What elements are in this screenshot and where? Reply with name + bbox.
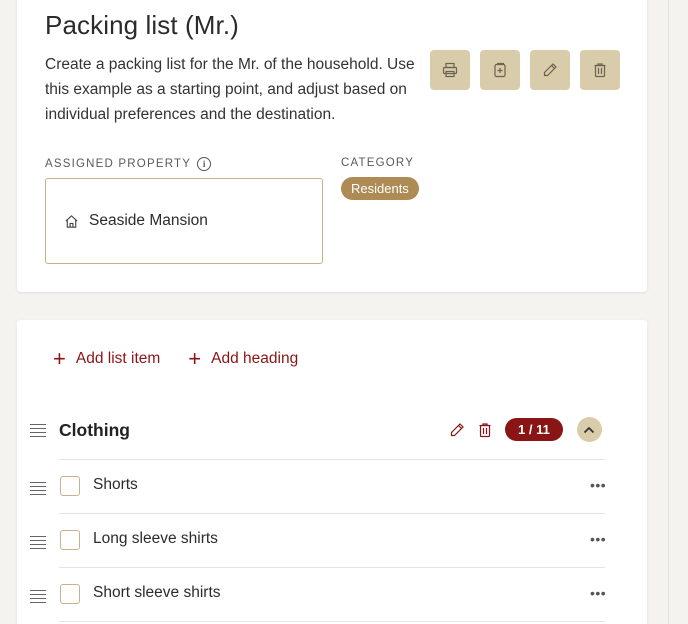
trash-icon	[594, 63, 606, 78]
plus-icon: +	[53, 346, 66, 371]
more-icon[interactable]: •••	[590, 585, 606, 601]
print-button[interactable]	[430, 50, 470, 90]
plus-icon: +	[188, 346, 202, 371]
item-label: Shorts	[93, 476, 138, 493]
pencil-icon[interactable]	[449, 422, 465, 438]
chevron-up-icon	[584, 426, 595, 433]
list-toolbar: + Add list item + Add heading	[53, 346, 299, 371]
assigned-property-label-text: ASSIGNED PROPERTY	[45, 158, 192, 170]
action-toolbar	[430, 50, 620, 90]
list-item: Shorts •••	[17, 459, 647, 513]
page-title: Packing list (Mr.)	[45, 10, 239, 40]
category-label: CATEGORY	[341, 157, 414, 169]
trash-icon[interactable]	[477, 422, 493, 438]
assigned-property-field[interactable]: Seaside Mansion	[45, 178, 323, 264]
add-list-item-label: Add list item	[75, 350, 161, 367]
item-checkbox[interactable]	[60, 530, 80, 550]
assigned-property-value: Seaside Mansion	[89, 212, 208, 229]
add-heading-label: Add heading	[211, 350, 299, 367]
drag-handle-icon[interactable]	[30, 536, 46, 550]
edit-button[interactable]	[530, 50, 570, 90]
more-icon[interactable]: •••	[590, 477, 606, 493]
printer-icon	[442, 62, 458, 78]
add-heading-button[interactable]: + Add heading	[188, 346, 299, 371]
divider	[59, 621, 605, 622]
list-items-card: + Add list item + Add heading Clothing 1…	[17, 320, 647, 624]
drag-handle-icon[interactable]	[30, 590, 46, 604]
house-icon	[65, 214, 78, 228]
pencil-icon	[543, 63, 557, 77]
info-icon[interactable]: i	[197, 157, 212, 171]
page-description: Create a packing list for the Mr. of the…	[45, 56, 415, 123]
group-title: Clothing	[59, 420, 130, 440]
item-label: Short sleeve shirts	[93, 584, 221, 601]
more-icon[interactable]: •••	[590, 531, 606, 547]
drag-handle-icon[interactable]	[30, 482, 46, 496]
item-label: Long sleeve shirts	[93, 530, 218, 547]
right-edge-panel	[668, 0, 688, 624]
drag-handle-icon[interactable]	[30, 424, 46, 438]
list-item: Short sleeve shirts •••	[17, 567, 647, 621]
list-item: Long sleeve shirts •••	[17, 513, 647, 567]
category-label-text: CATEGORY	[341, 157, 415, 169]
group-tools: 1 / 11	[449, 417, 602, 442]
list-details-card: Packing list (Mr.) Create a packing list…	[17, 0, 647, 292]
collapse-button[interactable]	[576, 417, 602, 442]
duplicate-button[interactable]	[480, 50, 520, 90]
category-badge: Residents	[341, 177, 419, 200]
item-count-badge: 1 / 11	[505, 418, 563, 441]
item-checkbox[interactable]	[60, 476, 80, 496]
duplicate-icon	[494, 62, 506, 78]
assigned-property-label: ASSIGNED PROPERTY i	[45, 157, 212, 171]
add-list-item-button[interactable]: + Add list item	[53, 346, 161, 371]
delete-button[interactable]	[580, 50, 620, 90]
item-checkbox[interactable]	[60, 584, 80, 604]
